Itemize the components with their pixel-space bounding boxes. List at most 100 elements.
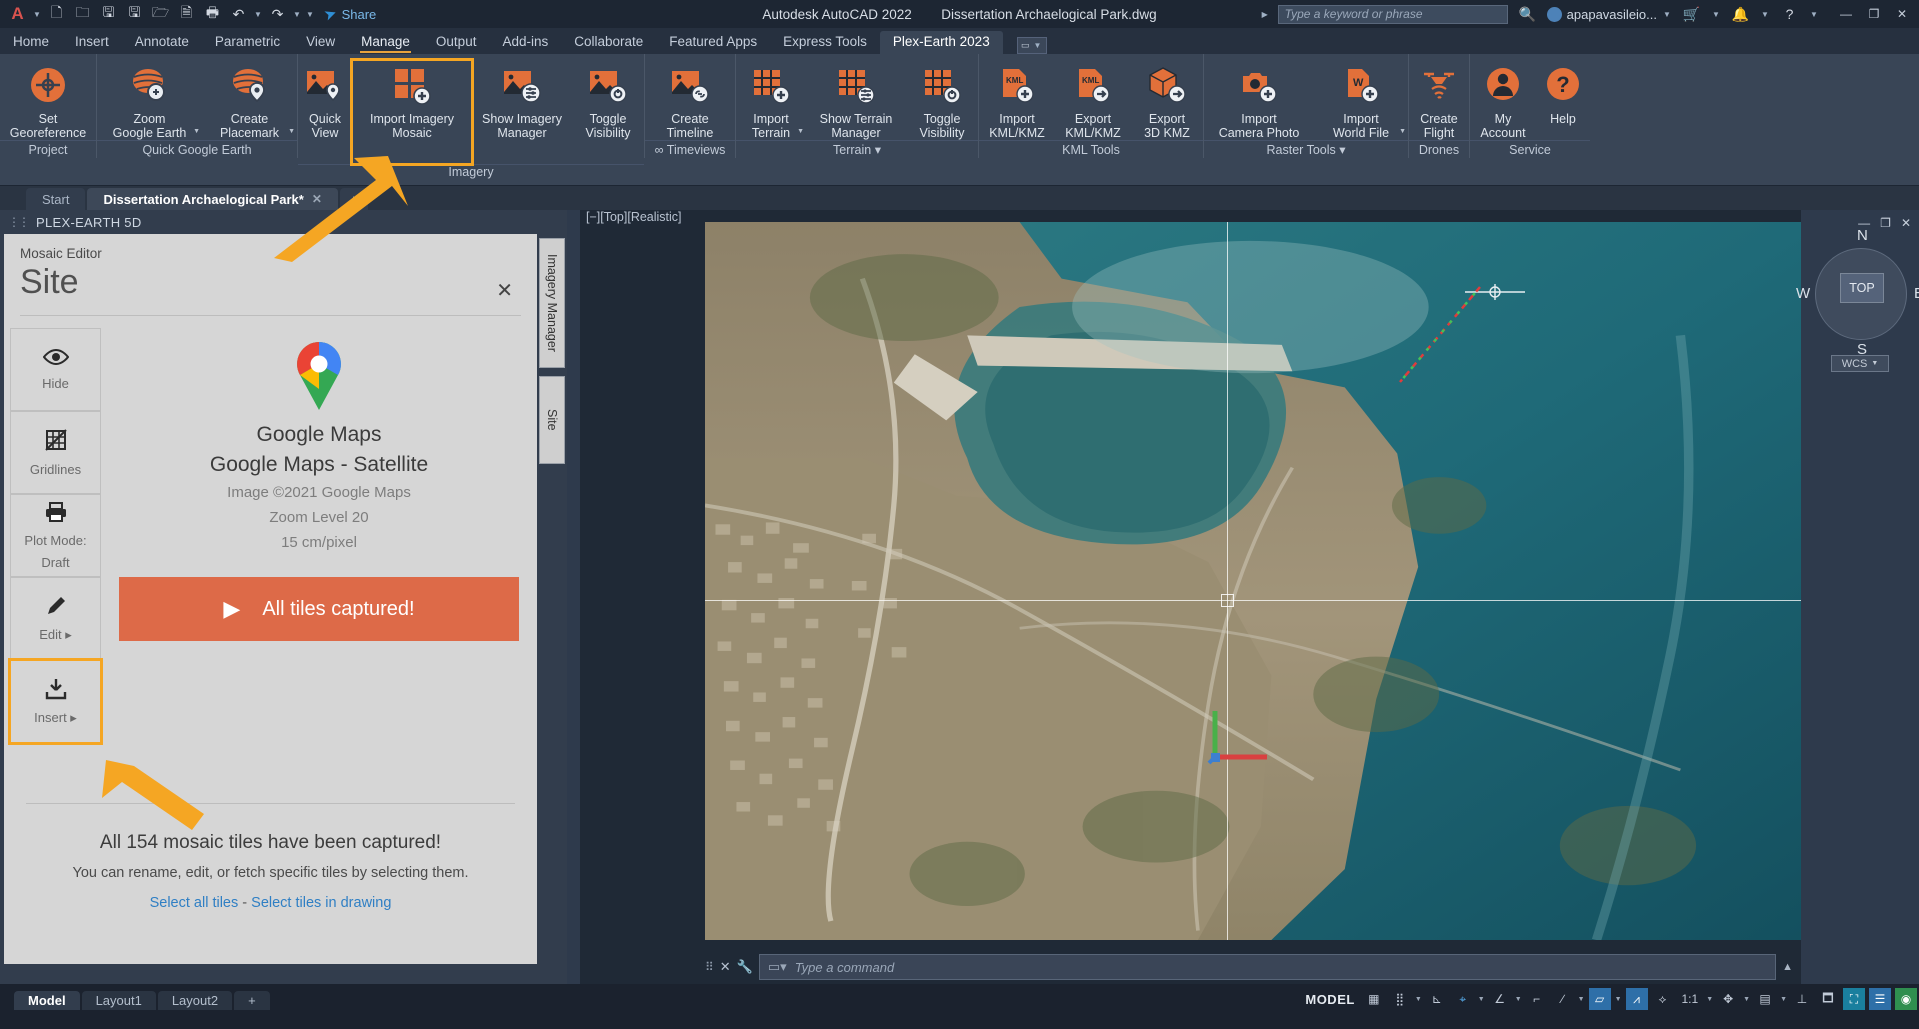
hardware-accel-icon[interactable]: ▤ [1754,988,1776,1010]
store-chevron-icon[interactable]: ▼ [1711,10,1721,19]
drawing-viewport[interactable]: [−][Top][Realistic] ⠿ ✕ 🔧 ▭▾ Type a comm… [580,210,1801,984]
layout-tab-new[interactable]: + [234,991,270,1010]
ribbon-tab-annotate[interactable]: Annotate [122,31,202,54]
open-icon[interactable]: 🗀 [71,4,94,25]
undo-chevron-icon[interactable]: ▼ [253,10,263,19]
quick-view-button[interactable]: Quick View [298,60,352,140]
viewport-label[interactable]: [−][Top][Realistic] [580,210,682,230]
gridlines-button[interactable]: Gridlines [10,411,101,494]
command-input[interactable]: ▭▾ Type a command [758,954,1777,980]
chevron-down-icon[interactable]: ▼ [288,125,295,139]
zoom-google-earth-button[interactable]: Zoom Google Earth ▼ [97,60,202,140]
ribbon-tab-view[interactable]: View [293,31,348,54]
osnap-chevron-icon[interactable]: ▼ [1478,996,1485,1003]
search-icon[interactable]: 🔍 [1516,4,1539,25]
export-3d-kmz-button[interactable]: Export 3D KMZ [1131,60,1203,140]
isolate-objects-icon[interactable]: ⊥ [1791,988,1813,1010]
chevron-down-icon[interactable]: ▼ [1399,125,1406,139]
select-tiles-in-drawing-link[interactable]: Select tiles in drawing [251,895,391,911]
account-menu[interactable]: apapavasileio... ▼ [1546,6,1672,22]
create-placemark-button[interactable]: Create Placemark ▼ [202,60,297,140]
share-button[interactable]: ➤ Share [322,4,377,24]
import-kml-button[interactable]: KML Import KML/KMZ [979,60,1055,140]
viewcube[interactable]: TOP N S E W [1796,227,1919,358]
create-flight-button[interactable]: Create Flight [1409,60,1469,140]
my-account-button[interactable]: My Account [1470,60,1536,140]
show-terrain-manager-button[interactable]: Show Terrain Manager [806,60,906,140]
notifications-icon[interactable]: 🔔 [1729,4,1752,25]
toggle-imagery-visibility-button[interactable]: Toggle Visibility [572,60,644,140]
close-button[interactable]: ✕ [1901,216,1911,230]
layout-tab-layout2[interactable]: Layout2 [157,991,233,1010]
viewcube-east-label[interactable]: E [1914,285,1919,302]
ribbon-tab-insert[interactable]: Insert [62,31,122,54]
vertical-tab-imagery-manager[interactable]: Imagery Manager [539,238,565,368]
set-georeference-button[interactable]: Set Georeference [0,60,96,140]
ribbon-tab-addins[interactable]: Add-ins [489,31,561,54]
snap-chevron-icon[interactable]: ▼ [1415,996,1422,1003]
create-timeline-button[interactable]: Create Timeline [645,60,735,140]
export-kml-button[interactable]: KML Export KML/KMZ [1055,60,1131,140]
workspace-chevron-icon[interactable]: ▼ [1743,996,1750,1003]
search-input[interactable]: Type a keyword or phrase [1277,4,1508,24]
annotation-scale-value[interactable]: 1:1 [1678,988,1703,1010]
dock-title-bar[interactable]: ⋮⋮ PLEX-EARTH 5D [0,210,567,234]
new-icon[interactable]: 🗋 [45,4,68,25]
search-chevron-icon[interactable]: ▶ [1260,10,1270,19]
ucs-selector[interactable]: WCS ▼ [1831,355,1889,372]
save-to-web-icon[interactable]: 🗎 [175,4,198,25]
accel-chevron-icon[interactable]: ▼ [1780,996,1787,1003]
chevron-down-icon[interactable]: ▼ [32,10,42,19]
ribbon-tab-plex-earth[interactable]: Plex-Earth 2023 [879,31,1003,54]
otrack-icon[interactable]: ∠ [1489,988,1511,1010]
annotation-scale-icon[interactable]: ⟡ [1652,988,1674,1010]
app-store-icon[interactable]: 🛒 [1680,4,1703,25]
drawing-tab-dissertation[interactable]: Dissertation Archaelogical Park* ✕ [87,188,338,210]
dynamic-ucs-icon[interactable]: ▱ [1588,988,1611,1010]
chevron-down-icon[interactable]: ▼ [193,125,200,139]
ribbon-tab-output[interactable]: Output [423,31,490,54]
edit-button[interactable]: Edit ▸ [10,577,101,660]
customize-icon[interactable]: ☰ [1869,988,1891,1010]
chevron-down-icon[interactable]: ▼ [797,125,804,139]
undo-icon[interactable]: ↶ [227,4,250,25]
close-icon[interactable]: ✕ [312,192,322,206]
wrench-icon[interactable]: 🔧 [737,959,753,975]
import-terrain-button[interactable]: Import Terrain ▼ [736,60,806,140]
print-icon[interactable]: 🖶 [201,4,224,25]
satellite-map-image[interactable] [705,222,1801,940]
qat-overflow-icon[interactable]: ▼ [305,10,315,19]
insert-button[interactable]: Insert ▸ [8,658,103,745]
infer-constraints-icon[interactable]: ⊾ [1426,988,1448,1010]
layout-tab-model[interactable]: Model [14,991,80,1010]
select-all-tiles-link[interactable]: Select all tiles [150,895,239,911]
ribbon-display-options-button[interactable]: ▭ ▼ [1016,37,1047,54]
chevron-up-icon[interactable]: ▲ [1782,961,1801,973]
close-icon[interactable]: ✕ [496,278,513,303]
redo-icon[interactable]: ↷ [266,4,289,25]
toggle-terrain-visibility-button[interactable]: Toggle Visibility [906,60,978,140]
show-imagery-manager-button[interactable]: Show Imagery Manager [472,60,572,140]
viewcube-west-label[interactable]: W [1796,285,1810,302]
drawing-tab-start[interactable]: Start [26,188,86,210]
ucs-chevron-icon[interactable]: ▼ [1615,996,1622,1003]
drag-handle-icon[interactable]: ⠿ [705,960,714,974]
close-button[interactable]: ✕ [1889,1,1915,27]
hide-button[interactable]: Hide [10,328,101,411]
restore-button[interactable]: ❐ [1880,216,1891,230]
drag-handle-icon[interactable]: ⋮⋮ [8,215,30,229]
osnap-icon[interactable]: ⌖ [1452,988,1474,1010]
viewcube-north-label[interactable]: N [1857,227,1868,244]
minimize-button[interactable]: — [1833,1,1859,27]
ribbon-tab-manage[interactable]: Manage [348,31,423,54]
close-icon[interactable]: ✕ [720,959,731,975]
scale-chevron-icon[interactable]: ▼ [1706,996,1713,1003]
model-space-toggle[interactable]: MODEL [1301,988,1358,1010]
open-from-web-icon[interactable]: 🗁 [149,4,172,25]
viewcube-top-face[interactable]: TOP [1840,273,1884,303]
workspace-icon[interactable]: ✥ [1717,988,1739,1010]
drawing-tab-new[interactable]: + [339,188,368,210]
polar-icon[interactable]: ∕ [1552,988,1574,1010]
ribbon-tab-parametric[interactable]: Parametric [202,31,293,54]
import-imagery-mosaic-button[interactable]: Import Imagery Mosaic [350,58,474,166]
